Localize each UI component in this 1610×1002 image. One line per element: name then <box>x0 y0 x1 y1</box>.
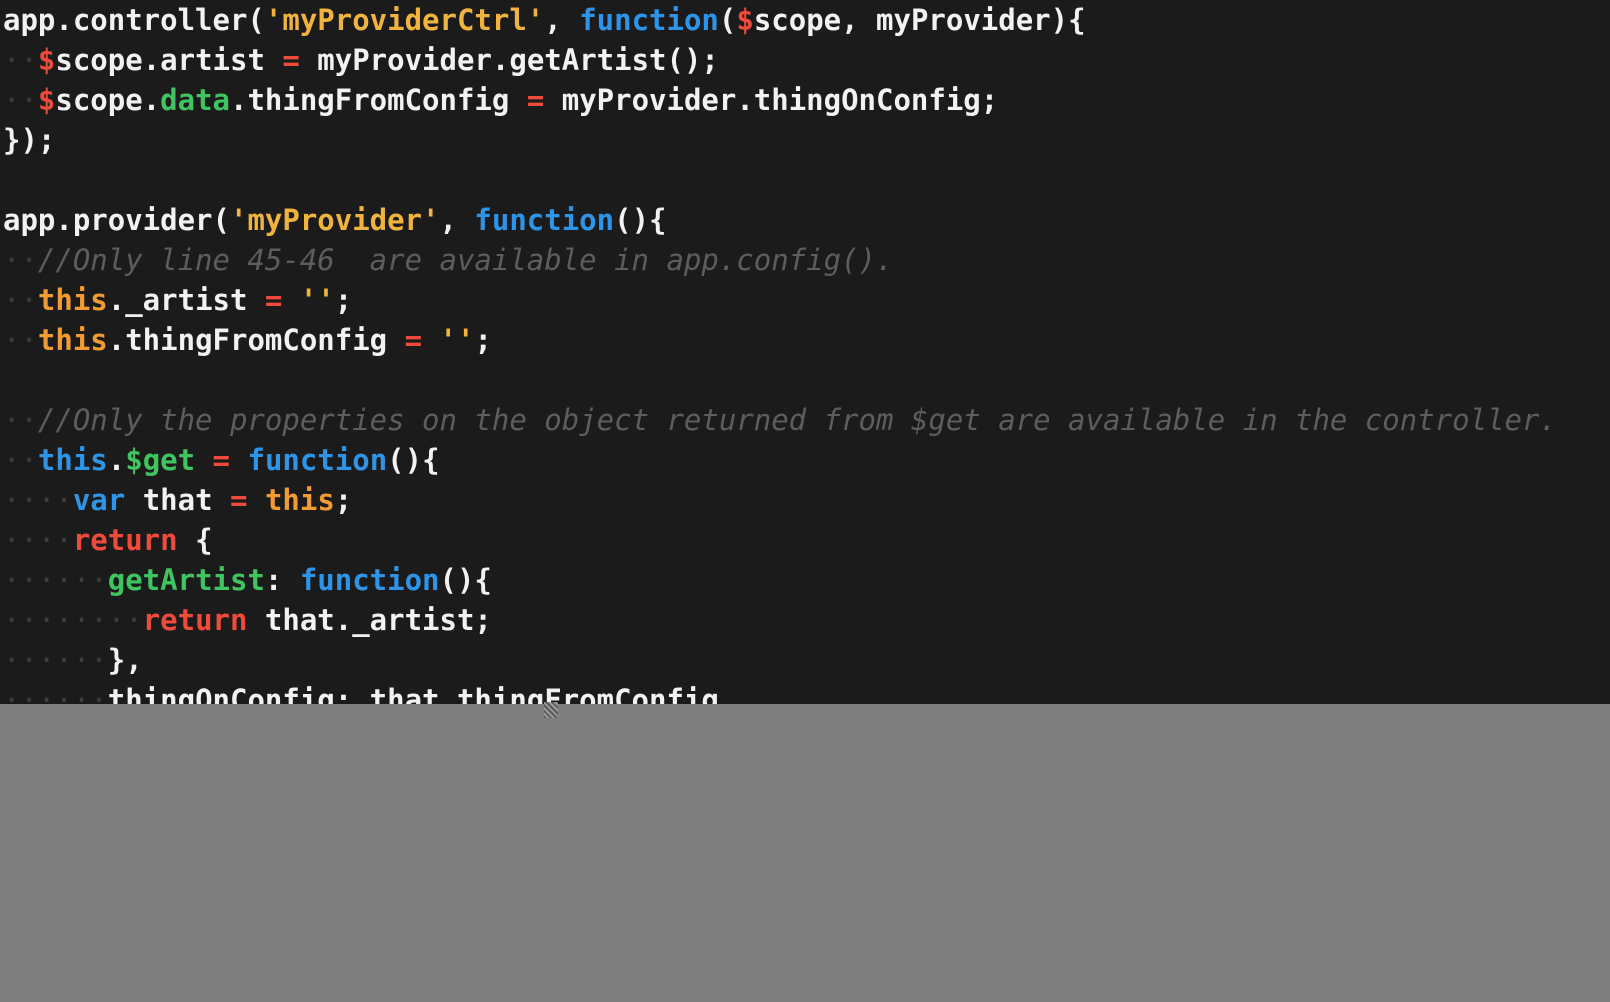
code-line: app.controller('myProviderCtrl', functio… <box>3 0 1557 40</box>
mouse-cursor-icon <box>544 702 558 718</box>
code-token: '' <box>299 283 335 317</box>
code-token: 'myProvider' <box>229 203 440 237</box>
code-line: ··this.$get = function(){ <box>3 440 1557 480</box>
code-token: , <box>544 3 580 37</box>
code-token: myProvider.getArtist(); <box>299 43 719 77</box>
code-token: = <box>526 83 545 117</box>
code-token: myProvider.thingOnConfig; <box>544 83 999 117</box>
code-token: (){ <box>614 203 667 237</box>
code-token: function <box>579 3 719 37</box>
code-token: . <box>107 443 126 477</box>
code-line: ··this._artist = ''; <box>3 280 1557 320</box>
code-line: ··//Only the properties on the object re… <box>3 400 1557 440</box>
code-line: ····var that = this; <box>3 480 1557 520</box>
code-line: ····return { <box>3 520 1557 560</box>
indent-guide: ·· <box>3 443 38 477</box>
indent-guide: ······ <box>3 683 108 704</box>
code-token: ; <box>334 483 353 517</box>
code-token: that._artist; <box>247 603 492 637</box>
code-token: (){ <box>387 443 440 477</box>
code-token: function <box>299 563 440 597</box>
code-token: scope, myProvider){ <box>753 3 1086 37</box>
indent-guide: ········ <box>3 603 143 637</box>
code-line: ······thingOnConfig: that.thingFromConfi… <box>3 680 1557 704</box>
code-token: $ <box>37 43 56 77</box>
code-token: ; <box>334 283 353 317</box>
code-line: ······}, <box>3 640 1557 680</box>
code-line: ··this.thingFromConfig = ''; <box>3 320 1557 360</box>
code-token: = <box>212 443 231 477</box>
code-token: = <box>264 283 283 317</box>
code-token: return <box>142 603 248 637</box>
code-token: $ <box>37 83 56 117</box>
code-token: app.controller( <box>3 3 265 37</box>
code-token: scope. <box>55 83 161 117</box>
code-token: var <box>72 483 126 517</box>
code-token: }, <box>107 643 143 677</box>
code-text[interactable]: app.controller('myProviderCtrl', functio… <box>3 0 1557 704</box>
code-token: (){ <box>439 563 492 597</box>
code-token: function <box>474 203 615 237</box>
empty-gray-area <box>0 704 1610 1002</box>
code-token: this <box>37 443 108 477</box>
code-token: = <box>282 43 300 77</box>
code-token: = <box>230 483 248 517</box>
code-token: //Only the properties on the object retu… <box>37 403 1557 437</box>
code-line: app.provider('myProvider', function(){ <box>3 200 1557 240</box>
code-token: thingOnConfig: that.thingFromConfig <box>107 683 719 704</box>
indent-guide: ···· <box>3 523 73 557</box>
code-line: ······getArtist: function(){ <box>3 560 1557 600</box>
indent-guide: ·· <box>3 43 38 77</box>
code-token: }); <box>3 123 56 157</box>
indent-guide: ······ <box>3 563 108 597</box>
code-editor[interactable]: app.controller('myProviderCtrl', functio… <box>0 0 1610 704</box>
code-token: function <box>247 443 388 477</box>
code-line: ········return that._artist; <box>3 600 1557 640</box>
code-line: }); <box>3 120 1557 160</box>
code-token: that <box>125 483 230 517</box>
code-token: .thingFromConfig <box>107 323 405 357</box>
indent-guide: ······ <box>3 643 108 677</box>
indent-guide: ·· <box>3 323 38 357</box>
code-token: , <box>439 203 475 237</box>
code-token: { <box>177 523 213 557</box>
code-token: $ <box>736 3 754 37</box>
code-token: : <box>264 563 300 597</box>
code-line: ··$scope.data.thingFromConfig = myProvid… <box>3 80 1557 120</box>
code-token: app.provider( <box>3 203 230 237</box>
code-token: ( <box>718 3 737 37</box>
code-token: //Only line 45-46 are available in app.c… <box>37 243 894 277</box>
code-token: data <box>160 83 230 117</box>
code-token: '' <box>439 323 475 357</box>
code-line: ··//Only line 45-46 are available in app… <box>3 240 1557 280</box>
code-token: this <box>37 283 108 317</box>
code-token: 'myProviderCtrl' <box>264 3 545 37</box>
code-token: .thingFromConfig <box>230 83 527 117</box>
code-token: $get <box>125 443 196 477</box>
code-token: return <box>72 523 178 557</box>
code-token: this <box>264 483 335 517</box>
code-token: this <box>37 323 108 357</box>
code-token: ._artist <box>107 283 265 317</box>
indent-guide: ·· <box>3 403 38 437</box>
code-line: ··$scope.artist = myProvider.getArtist()… <box>3 40 1557 80</box>
code-token: getArtist <box>107 563 265 597</box>
indent-guide: ·· <box>3 243 38 277</box>
indent-guide: ·· <box>3 283 38 317</box>
code-token: scope.artist <box>55 43 283 77</box>
indent-guide: ·· <box>3 83 38 117</box>
indent-guide: ···· <box>3 483 73 517</box>
code-token: ; <box>474 323 492 357</box>
code-token: = <box>404 323 423 357</box>
